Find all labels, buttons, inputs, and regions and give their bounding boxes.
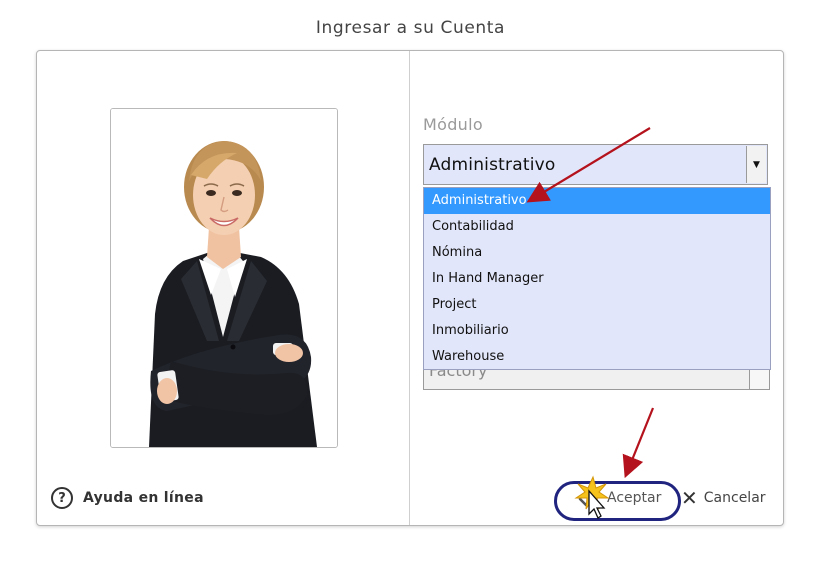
- cancel-label: Cancelar: [703, 490, 766, 506]
- accept-button[interactable]: Aceptar: [577, 485, 663, 511]
- module-select-value: Administrativo: [429, 155, 556, 175]
- online-help-link[interactable]: ? Ayuda en línea: [51, 486, 204, 510]
- module-option-contabilidad[interactable]: Contabilidad: [424, 214, 770, 240]
- accept-label: Aceptar: [607, 490, 662, 506]
- module-label: Módulo: [423, 115, 483, 134]
- module-option-in-hand-manager[interactable]: In Hand Manager: [424, 266, 770, 292]
- login-page: Ingresar a su Cuenta ? Ayuda en línea Mó…: [0, 0, 821, 564]
- module-option-inmobiliario[interactable]: Inmobiliario: [424, 318, 770, 344]
- question-circle-icon: ?: [51, 487, 73, 509]
- module-option-administrativo[interactable]: Administrativo: [424, 188, 770, 214]
- dropdown-arrow-icon[interactable]: ▼: [746, 146, 766, 183]
- module-option-warehouse[interactable]: Warehouse: [424, 344, 770, 370]
- panel-divider: [409, 51, 410, 525]
- profile-photo: [110, 108, 338, 448]
- close-icon: ✕: [681, 486, 698, 510]
- dialog-title: Ingresar a su Cuenta: [315, 18, 506, 38]
- module-dropdown-list: Administrativo Contabilidad Nómina In Ha…: [423, 187, 771, 370]
- checkmark-icon: [578, 489, 600, 507]
- online-help-label: Ayuda en línea: [83, 490, 204, 506]
- login-panel: ? Ayuda en línea Módulo Administrativo ▼…: [36, 50, 784, 526]
- module-select[interactable]: Administrativo ▼: [423, 144, 768, 185]
- cancel-button[interactable]: ✕ Cancelar: [681, 485, 766, 511]
- module-option-nomina[interactable]: Nómina: [424, 240, 770, 266]
- businesswoman-photo: [111, 109, 337, 447]
- module-option-project[interactable]: Project: [424, 292, 770, 318]
